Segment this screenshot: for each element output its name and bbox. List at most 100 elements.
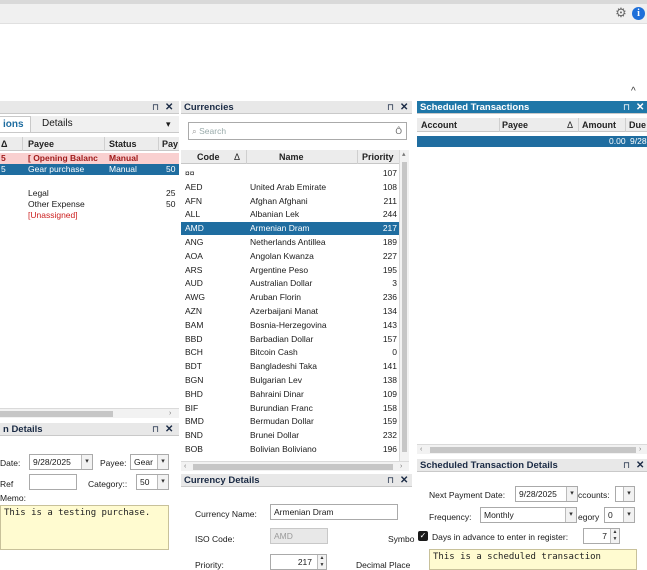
table-row[interactable]: AMD Armenian Dram 217 [181,222,399,236]
chevron-down-icon[interactable]: ▾ [566,487,577,501]
scroll-left-icon[interactable]: ‹ [420,445,422,454]
table-row[interactable]: ALL Albanian Lek 244 [181,208,399,221]
table-row[interactable]: BBD Barbadian Dollar 157 [181,333,399,346]
table-row[interactable]: Legal 25 [0,188,179,199]
close-icon[interactable]: ✕ [165,101,173,114]
col-amount[interactable]: Amount [582,118,616,132]
chevron-down-icon[interactable]: ▾ [623,487,634,501]
chevron-up-icon[interactable]: ^ [631,86,636,97]
days-advance-stepper[interactable]: 7 ▲ ▼ [583,528,620,544]
pin-icon[interactable]: ⊓ [623,101,630,114]
pin-icon[interactable]: ⊓ [387,101,394,114]
frequency-field[interactable]: Monthly ▾ [480,507,577,523]
close-icon[interactable]: ✕ [636,101,644,114]
table-row[interactable]: AFN Afghan Afghani 211 [181,195,399,208]
col-status[interactable]: Status [109,137,137,151]
scheduled-memo-textarea[interactable]: This is a scheduled transaction [429,549,637,570]
currency-search-input[interactable]: ⌕ Search Ô [188,122,407,140]
table-row[interactable]: AWG Aruban Florin 236 [181,291,399,304]
cell-priority: 143 [382,319,397,330]
category-field[interactable]: 50 ▾ [136,474,169,490]
table-row[interactable]: AOA Angolan Kwanza 227 [181,250,399,263]
next-payment-field[interactable]: 9/28/2025 ▾ [515,486,578,502]
days-advance-checkbox[interactable]: ✓ [418,531,428,541]
chevron-down-icon[interactable]: ▾ [565,508,576,522]
table-row[interactable]: BAM Bosnia-Herzegovina 143 [181,319,399,332]
table-row[interactable]: BIF Burundian Franc 158 [181,402,399,415]
pin-icon[interactable]: ⊓ [152,423,159,436]
category-value: 0 [608,510,613,520]
pin-icon[interactable]: ⊓ [623,459,630,472]
table-row[interactable]: ARS Argentine Peso 195 [181,264,399,277]
priority-stepper[interactable]: 217 ▲ ▼ [270,554,327,570]
table-row[interactable]: 5 Gear purchase Manual 50 [0,164,179,175]
col-payee[interactable]: Payee [28,137,54,151]
left-hscroll-thumb[interactable] [0,411,113,417]
table-row[interactable]: ANG Netherlands Antillea 189 [181,236,399,249]
clear-search-icon[interactable]: Ô [395,123,402,139]
table-row[interactable]: BMD Bermudan Dollar 159 [181,415,399,428]
close-icon[interactable]: ✕ [400,474,408,487]
table-row[interactable]: 5 [ Opening Balanc Manual [0,153,179,164]
chevron-down-icon[interactable]: ▾ [81,455,92,469]
currencies-hscroll-thumb[interactable] [193,464,393,470]
chevron-down-icon[interactable]: ▾ [623,508,634,522]
tab-menu-icon[interactable]: ▾ [166,119,171,130]
chevron-down-icon[interactable]: ▾ [157,475,168,489]
sort-triangle-icon[interactable]: Δ [234,150,240,164]
close-icon[interactable]: ✕ [636,459,644,472]
memo-textarea[interactable]: This is a testing purchase. [0,505,169,550]
table-row[interactable]: BGN Bulgarian Lev 138 [181,374,399,387]
col-name[interactable]: Name [279,150,304,164]
close-icon[interactable]: ✕ [400,101,408,114]
currency-name-field[interactable]: Armenian Dram [270,504,398,520]
date-field[interactable]: 9/28/2025 ▾ [29,454,93,470]
stepper-arrows-icon[interactable]: ▲ ▼ [317,555,326,569]
table-row[interactable]: ¤¤ 107 [181,167,399,180]
table-row[interactable]: AZN Azerbaijani Manat 134 [181,305,399,318]
tab-details[interactable]: Details [38,116,77,132]
col-due[interactable]: Due [629,118,646,132]
scheduled-hscroll[interactable]: ‹ › [417,444,647,454]
table-row[interactable]: 0.00 9/28 [417,136,647,147]
category-field[interactable]: 0 ▾ [604,507,635,523]
table-row[interactable]: Other Expense 50 [0,199,179,210]
col-code[interactable]: Code [197,150,220,164]
scroll-right-icon[interactable]: › [639,445,641,454]
scroll-left-icon[interactable]: ‹ [184,462,186,471]
info-icon[interactable]: i [632,7,645,20]
left-hscroll[interactable]: › [0,408,179,418]
payee-field[interactable]: Gear ▾ [130,454,169,470]
pin-icon[interactable]: ⊓ [152,101,159,114]
sort-triangle-icon[interactable]: Δ [1,137,7,151]
scheduled-hscroll-thumb[interactable] [430,447,636,453]
table-row[interactable]: AED United Arab Emirate 108 [181,181,399,194]
currencies-hscroll[interactable]: ‹ › [181,461,409,471]
col-priority[interactable]: Priority [362,150,394,164]
table-row[interactable]: BHD Bahraini Dinar 109 [181,388,399,401]
scroll-up-icon[interactable]: ▴ [402,150,406,159]
col-payee[interactable]: Payee [502,118,528,132]
table-row[interactable]: BCH Bitcoin Cash 0 [181,346,399,359]
table-row[interactable]: BOB Bolivian Boliviano 196 [181,443,399,456]
col-account[interactable]: Account [421,118,457,132]
table-row[interactable]: BDT Bangladeshi Taka 141 [181,360,399,373]
stepper-arrows-icon[interactable]: ▲ ▼ [610,529,619,543]
pin-icon[interactable]: ⊓ [387,474,394,487]
gear-icon[interactable]: ⚙ [614,6,628,20]
close-icon[interactable]: ✕ [165,423,173,436]
scroll-right-icon[interactable]: › [400,462,402,471]
table-row[interactable] [0,175,179,186]
scroll-right-icon[interactable]: › [169,409,171,418]
chevron-down-icon[interactable]: ▾ [157,455,168,469]
table-row[interactable]: BND Brunei Dollar 232 [181,429,399,442]
sort-triangle-icon[interactable]: Δ [567,118,573,132]
accounts-field[interactable]: ▾ [615,486,635,502]
ref-field[interactable] [29,474,77,490]
table-row[interactable]: AUD Australian Dollar 3 [181,277,399,290]
table-row[interactable]: [Unassigned] [0,210,179,221]
col-pay[interactable]: Pay [162,137,178,151]
currencies-vscroll[interactable]: ▴ [399,150,409,461]
tab-transactions[interactable]: ions [0,116,31,132]
currencies-vscroll-thumb[interactable] [402,162,407,452]
